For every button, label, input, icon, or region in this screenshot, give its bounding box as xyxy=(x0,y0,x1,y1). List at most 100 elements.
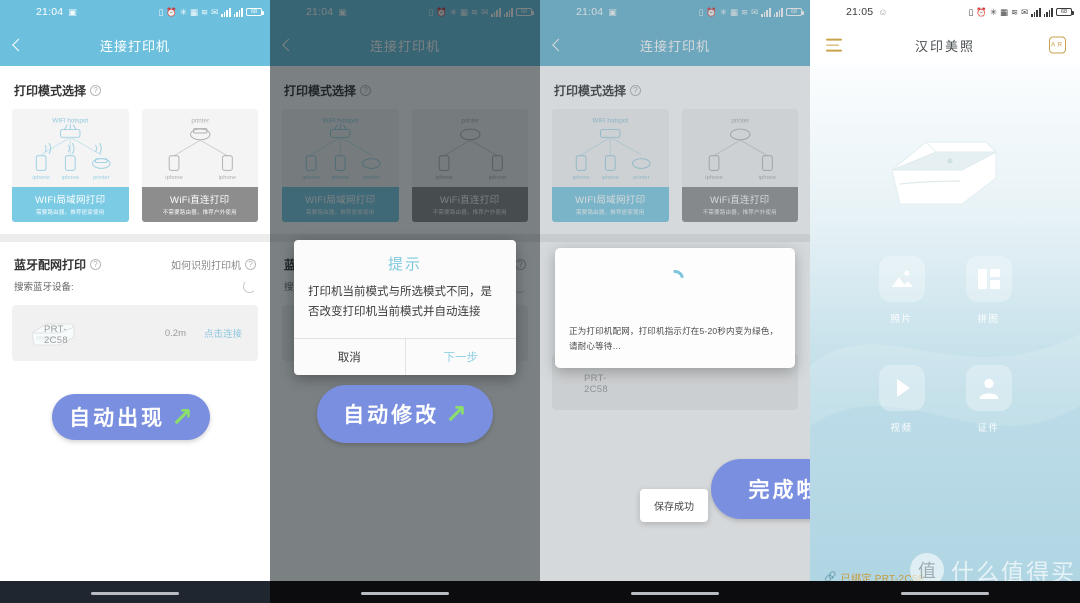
tile-label: 证件 xyxy=(977,423,1000,434)
panel-app-home: 21:05 ☺ ▯ ⏰ ✳ ▦ ≋ ✉ 68 汉印美照 AR 照片 拼图 视频 … xyxy=(810,0,1080,603)
loading-spinner-icon xyxy=(662,266,688,292)
help-icon[interactable]: ? xyxy=(90,259,102,270)
printer-icon xyxy=(891,141,997,205)
printer-thumbnail: PRT-2C58 xyxy=(562,364,624,400)
wifi-icon: ≋ xyxy=(201,6,209,17)
alarm-icon: ⏰ xyxy=(166,6,177,17)
ar-button[interactable]: AR xyxy=(1049,36,1066,54)
print-mode-cards: WIFI hotspot iphone iphone printer WIFI局… xyxy=(0,109,270,222)
tile-collage[interactable]: 拼图 xyxy=(965,256,1012,325)
wifi-icon: ≋ xyxy=(1011,6,1019,17)
help-icon[interactable]: ? xyxy=(515,259,526,270)
dialog-message: 打印机当前模式与所选模式不同，是否改变打印机当前模式并自动连接 xyxy=(308,286,492,318)
screen-body: 打印模式选择 ? WIFI hotspot iphone iphone prin… xyxy=(0,66,270,603)
svg-text:iphone: iphone xyxy=(62,175,79,181)
status-emoji-icon: ▣ xyxy=(338,6,347,17)
photo-icon xyxy=(878,256,925,302)
arrow-icon: ↗ xyxy=(445,399,467,429)
print-mode-section-title: 打印模式选择 ? xyxy=(270,66,540,109)
lan-topology-diagram: WIFI hotspot iphone iphone printer xyxy=(302,118,381,181)
back-icon[interactable] xyxy=(12,38,25,52)
arrow-icon: ↗ xyxy=(171,402,193,432)
app-bar: 连接打印机 xyxy=(270,24,540,66)
svg-text:printer: printer xyxy=(633,175,650,181)
svg-text:iphone: iphone xyxy=(435,175,452,181)
home-indicator[interactable] xyxy=(901,592,989,595)
dialog-cancel-button[interactable]: 取消 xyxy=(294,339,406,376)
svg-text:printer: printer xyxy=(363,175,380,181)
vibrate-icon: ▦ xyxy=(999,6,1008,17)
home-indicator[interactable] xyxy=(361,592,449,595)
panel-configuring-network: 21:04 ▣ ▯ ⏰ ✳ ▦ ≋ ✉ 68 连接打印机 打印模式选择 ? WI… xyxy=(540,0,810,603)
tile-id-card[interactable]: 证件 xyxy=(965,365,1012,434)
vibrate-icon: ▦ xyxy=(729,6,738,17)
vibrate-icon: ▦ xyxy=(189,6,198,17)
svg-text:iphone: iphone xyxy=(332,175,349,181)
search-spinner-icon xyxy=(243,279,256,293)
battery-icon: 68 xyxy=(516,7,534,17)
how-to-identify-link[interactable]: 如何识别打印机 ? xyxy=(171,257,256,272)
mode-card-direct[interactable]: printer iphone iphone WiFi直连打印 不需要路由器，推荐… xyxy=(681,109,798,222)
dialog-next-button[interactable]: 下一步 xyxy=(406,339,517,375)
status-time: 21:04 xyxy=(36,6,64,18)
svg-text:iphone: iphone xyxy=(572,175,589,181)
tile-label: 视频 xyxy=(890,423,913,434)
help-icon[interactable]: ? xyxy=(630,85,642,96)
help-icon[interactable]: ? xyxy=(360,85,372,96)
section-divider xyxy=(0,234,270,242)
mode-card-lan[interactable]: WIFI hotspot iphone iphone printer WIFI局… xyxy=(12,109,129,222)
system-nav-bar xyxy=(0,581,270,603)
direct-topology-diagram: printer iphone iphone xyxy=(165,118,236,181)
mode-card-lan-label: WIFI局域网打印 需要路由器，推荐居家使用 xyxy=(552,187,669,222)
home-indicator[interactable] xyxy=(631,592,719,595)
mail-icon: ✉ xyxy=(751,6,759,17)
video-icon xyxy=(878,365,925,411)
mode-card-lan-label: WIFI局域网打印 需要路由器，推荐居家使用 xyxy=(282,187,399,222)
status-icons: ▯ ⏰ ✳ ▦ ≋ ✉ 68 xyxy=(698,6,804,17)
print-mode-section-title: 打印模式选择 ? xyxy=(540,66,810,109)
device-connect-link[interactable]: 点击连接 xyxy=(204,326,242,340)
back-icon[interactable] xyxy=(282,38,295,52)
signal-1-icon xyxy=(1031,7,1041,17)
nfc-icon: ▯ xyxy=(698,6,704,17)
signal-2-icon xyxy=(773,7,783,17)
mode-card-lan[interactable]: WIFI hotspot iphone iphone printer WIFI局… xyxy=(552,109,669,222)
status-bar: 21:04 ▣ ▯ ⏰ ✳ ▦ ≋ ✉ 68 xyxy=(270,0,540,24)
tile-photo[interactable]: 照片 xyxy=(878,256,925,325)
hamburger-menu-icon[interactable] xyxy=(826,38,842,52)
signal-2-icon xyxy=(503,7,513,17)
mode-card-direct[interactable]: printer iphone iphone WiFi直连打印 不需要路由器，推荐… xyxy=(141,109,258,222)
status-time: 21:04 xyxy=(576,6,604,18)
annotation-badge-done: 完成啦~ ↗ xyxy=(711,459,810,519)
annotation-badge-auto-appear: 自动出现 ↗ xyxy=(52,394,210,440)
svg-text:iphone: iphone xyxy=(302,175,319,181)
mode-card-lan[interactable]: WIFI hotspot iphone iphone printer WIFI局… xyxy=(282,109,399,222)
mode-card-direct[interactable]: printer iphone iphone WiFi直连打印 不需要路由器，推荐… xyxy=(411,109,528,222)
home-indicator[interactable] xyxy=(91,592,179,595)
signal-2-icon xyxy=(1043,7,1053,17)
bluetooth-section-header: 蓝牙配网打印 ? 如何识别打印机 ? xyxy=(0,242,270,279)
panel-connect-printer-initial: 21:04 ▣ ▯ ⏰ ✳ ▦ ≋ ✉ 68 连接打印机 打印模式选择 ? WI… xyxy=(0,0,270,603)
network-config-loading-dialog: 正为打印机配网，打印机指示灯在5-20秒内变为绿色，请耐心等待… xyxy=(555,248,795,368)
tile-video[interactable]: 视频 xyxy=(878,365,925,434)
app-bar: 连接打印机 xyxy=(0,24,270,66)
status-bar: 21:04 ▣ ▯ ⏰ ✳ ▦ ≋ ✉ 68 xyxy=(0,0,270,24)
search-status-row: 搜索蓝牙设备: xyxy=(0,279,270,301)
svg-text:printer: printer xyxy=(191,118,209,125)
svg-text:WIFI hotspot: WIFI hotspot xyxy=(592,118,628,125)
device-list-item[interactable]: PRT-2C58 0.2m 点击连接 xyxy=(12,305,258,361)
loading-message: 正为打印机配网，打印机指示灯在5-20秒内变为绿色，请耐心等待… xyxy=(569,326,779,352)
wifi-icon: ≋ xyxy=(471,6,479,17)
print-mode-cards: WIFI hotspot iphone iphone printer WIFI局… xyxy=(270,109,540,222)
mode-card-direct-label: WiFi直连打印 不需要路由器，推荐户外使用 xyxy=(411,187,528,222)
help-icon[interactable]: ? xyxy=(90,85,102,96)
home-canvas: 照片 拼图 视频 证件 🔗 已绑定 PRT-2C58 值 什么值得买 xyxy=(810,66,1080,603)
lan-topology-diagram: WIFI hotspot iphone iphone printer xyxy=(32,118,111,181)
page-title: 连接打印机 xyxy=(369,38,440,54)
tile-label: 照片 xyxy=(890,314,913,325)
back-icon[interactable] xyxy=(552,38,565,52)
status-time: 21:05 xyxy=(846,6,874,18)
help-icon[interactable]: ? xyxy=(245,259,256,270)
print-mode-cards: WIFI hotspot iphone iphone printer WIFI局… xyxy=(540,109,810,222)
printer-hero-image xyxy=(870,118,1020,213)
